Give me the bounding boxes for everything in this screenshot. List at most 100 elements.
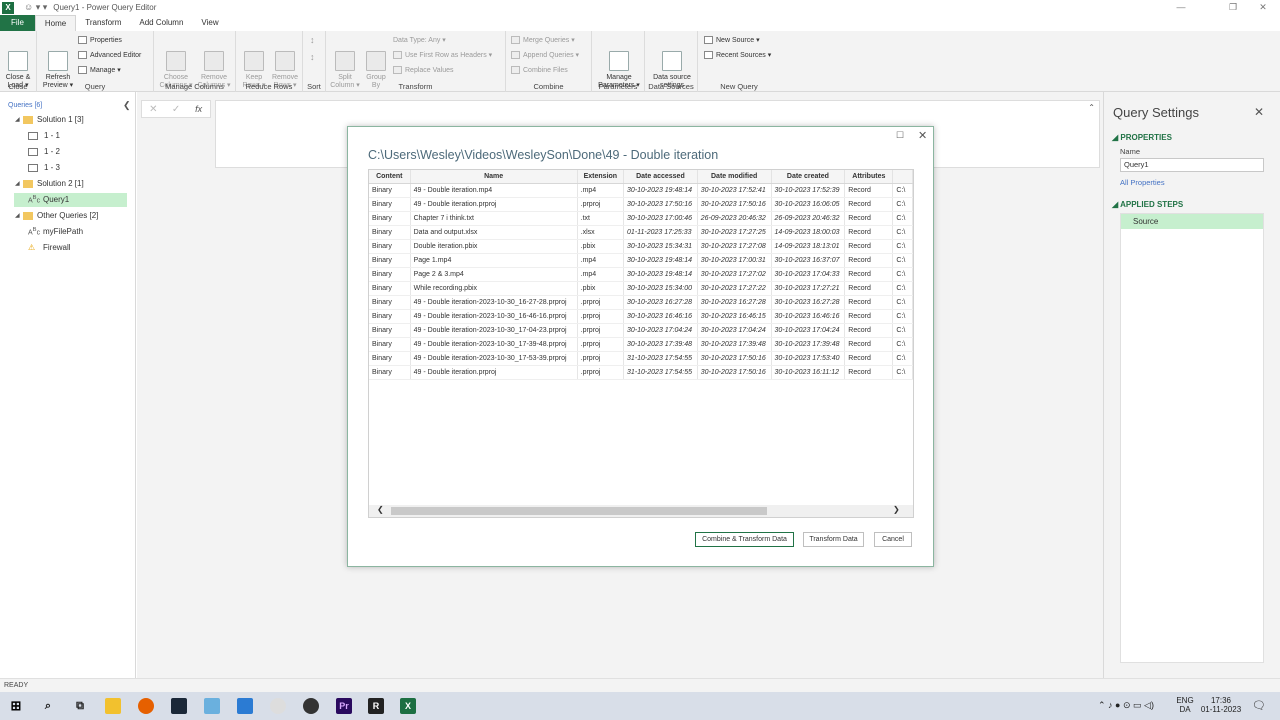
close-icon[interactable]: ✕	[1254, 105, 1264, 119]
tab-view[interactable]: View	[192, 15, 227, 31]
scrollbar-thumb[interactable]	[391, 507, 767, 515]
minimize-button[interactable]: —	[1168, 0, 1194, 15]
table-row[interactable]: Binary Data and output.xlsx .xlsx 01-11-202…	[369, 225, 913, 240]
table-cell: Record	[844, 253, 894, 268]
tab-add-column[interactable]: Add Column	[130, 15, 192, 31]
tray-icons[interactable]: ⌃ ♪ ● ⊙ ▭ ◁)	[1098, 700, 1154, 711]
combine-transform-button[interactable]: Combine & Transform Data	[695, 532, 794, 547]
query-folder-solution-1[interactable]: ◢ Solution 1 [3]	[15, 113, 127, 127]
step-source[interactable]: Source	[1121, 214, 1263, 229]
dialog-close-icon[interactable]: ✕	[918, 129, 927, 142]
close-window-button[interactable]: ✕	[1250, 0, 1276, 15]
group-transform: Split Column ▾ Group By Data Type: Any ▾…	[326, 31, 506, 92]
query-item-1-1[interactable]: 1 - 1	[28, 129, 127, 143]
chrome-icon[interactable]	[270, 698, 286, 714]
column-header[interactable]: Date accessed	[623, 170, 698, 184]
collapse-pane-icon[interactable]: ❮	[123, 100, 131, 111]
query-item-1-3[interactable]: 1 - 3	[28, 161, 127, 175]
query-settings-title: Query Settings	[1113, 105, 1199, 120]
transform-data-button[interactable]: Transform Data	[803, 532, 864, 547]
table-row[interactable]: Binary 49 - Double iteration-2023-10-30_1…	[369, 351, 913, 366]
tab-transform[interactable]: Transform	[76, 15, 130, 31]
table-row[interactable]: Binary 49 - Double iteration.mp4 .mp4 30-10…	[369, 183, 913, 198]
first-row-headers-button[interactable]: Use First Row as Headers ▾	[393, 51, 492, 59]
vscode-icon[interactable]	[237, 698, 253, 714]
query-item-myfilepath[interactable]: ABc myFilePath	[28, 225, 127, 239]
table-cell: While recording.pbix	[410, 281, 578, 296]
quick-access-toolbar[interactable]: ☺ ▾ ▾	[24, 2, 47, 13]
table-cell: 30-10-2023 17:00:31	[697, 253, 772, 268]
column-header[interactable]: Content	[369, 170, 411, 184]
append-queries-button[interactable]: Append Queries ▾	[511, 51, 579, 59]
rstudio-icon[interactable]: R	[368, 698, 384, 714]
new-source-button[interactable]: New Source ▾	[704, 36, 760, 44]
table-cell: 30-10-2023 17:00:46	[623, 211, 698, 226]
horizontal-scrollbar[interactable]: ❮ ❯	[369, 505, 913, 517]
recent-sources-button[interactable]: Recent Sources ▾	[704, 51, 771, 59]
tab-file[interactable]: File	[0, 15, 35, 31]
query-item-1-2[interactable]: 1 - 2	[28, 145, 127, 159]
search-icon[interactable]: ⌕	[40, 698, 56, 714]
table-row[interactable]: Binary 49 - Double iteration-2023-10-30_1…	[369, 323, 913, 338]
table-row[interactable]: Binary 49 - Double iteration-2023-10-30_1…	[369, 337, 913, 352]
table-row[interactable]: Binary Double iteration.pbix .pbix 30-10-20…	[369, 239, 913, 254]
table-row[interactable]: Binary Page 1.mp4 .mp4 30-10-2023 19:48:14 3…	[369, 253, 913, 268]
cancel-formula-icon[interactable]: ✕	[142, 104, 165, 115]
scroll-left-icon[interactable]: ❮	[377, 505, 384, 514]
data-type-dropdown[interactable]: Data Type: Any ▾	[393, 36, 446, 44]
tab-home[interactable]: Home	[34, 15, 77, 31]
applied-steps-section[interactable]: ◢ APPLIED STEPS	[1112, 200, 1183, 209]
scroll-right-icon[interactable]: ❯	[893, 505, 900, 514]
advanced-editor-button[interactable]: Advanced Editor	[78, 51, 141, 59]
column-header[interactable]: Name	[410, 170, 578, 184]
fx-icon[interactable]: fx	[187, 104, 210, 114]
expand-formula-icon[interactable]: ⌃	[1088, 103, 1095, 112]
steam-icon[interactable]	[171, 698, 187, 714]
table-row[interactable]: Binary 49 - Double iteration-2023-10-30_1…	[369, 295, 913, 310]
premiere-icon[interactable]: Pr	[336, 698, 352, 714]
table-cell: 30-10-2023 17:39:48	[697, 337, 772, 352]
file-explorer-icon[interactable]	[105, 698, 121, 714]
cancel-button[interactable]: Cancel	[874, 532, 912, 547]
firefox-icon[interactable]	[138, 698, 154, 714]
column-header[interactable]: Date created	[771, 170, 846, 184]
table-cell: Record	[844, 183, 894, 198]
query-item-query1[interactable]: ABc Query1	[14, 193, 127, 207]
obs-icon[interactable]	[303, 698, 319, 714]
manage-button[interactable]: Manage ▾	[78, 66, 121, 74]
table-row[interactable]: Binary 49 - Double iteration.prproj .prpro…	[369, 197, 913, 212]
column-header[interactable]: Date modified	[697, 170, 772, 184]
column-header[interactable]: Attributes	[844, 170, 894, 184]
column-header[interactable]	[892, 170, 913, 184]
table-row[interactable]: Binary Chapter 7 i think.txt .txt 30-10-202…	[369, 211, 913, 226]
all-properties-link[interactable]: All Properties	[1120, 178, 1165, 187]
windows-start-icon[interactable]: ⊞	[8, 698, 24, 714]
language-indicator[interactable]: ENG DA	[1170, 696, 1200, 714]
table-row[interactable]: Binary 49 - Double iteration.prproj .prpro…	[369, 365, 913, 380]
notifications-icon[interactable]: 🗨	[1252, 699, 1266, 712]
merge-queries-button[interactable]: Merge Queries ▾	[511, 36, 575, 44]
refresh-icon	[48, 51, 68, 71]
query-item-firewall[interactable]: ⚠ Firewall	[28, 241, 127, 255]
app-icon[interactable]	[204, 698, 220, 714]
column-header[interactable]: Extension	[577, 170, 625, 184]
table-row[interactable]: Binary While recording.pbix .pbix 30-10-202…	[369, 281, 913, 296]
table-row[interactable]: Binary Page 2 & 3.mp4 .mp4 30-10-2023 19:48…	[369, 267, 913, 282]
query-name-input[interactable]: Query1	[1120, 158, 1264, 172]
clock[interactable]: 17:36 01-11-2023	[1198, 696, 1244, 714]
combine-files-button[interactable]: Combine Files	[511, 66, 568, 74]
sort-descending-icon[interactable]: ↕	[310, 52, 315, 62]
restore-button[interactable]: ❐	[1220, 0, 1246, 15]
properties-button[interactable]: Properties	[78, 36, 122, 44]
query-folder-solution-2[interactable]: ◢ Solution 2 [1]	[15, 177, 127, 191]
confirm-formula-icon[interactable]: ✓	[165, 104, 188, 115]
maximize-icon[interactable]: ☐	[896, 130, 904, 141]
replace-values-button[interactable]: Replace Values	[393, 66, 454, 74]
table-row[interactable]: Binary 49 - Double iteration-2023-10-30_1…	[369, 309, 913, 324]
task-view-icon[interactable]: ⧉	[72, 698, 88, 714]
excel-taskbar-icon[interactable]: X	[400, 698, 416, 714]
query-folder-other[interactable]: ◢ Other Queries [2]	[15, 209, 127, 223]
properties-section[interactable]: ◢ PROPERTIES	[1112, 133, 1172, 142]
sort-ascending-icon[interactable]: ↕	[310, 35, 315, 45]
table-cell: .prproj	[577, 323, 625, 338]
